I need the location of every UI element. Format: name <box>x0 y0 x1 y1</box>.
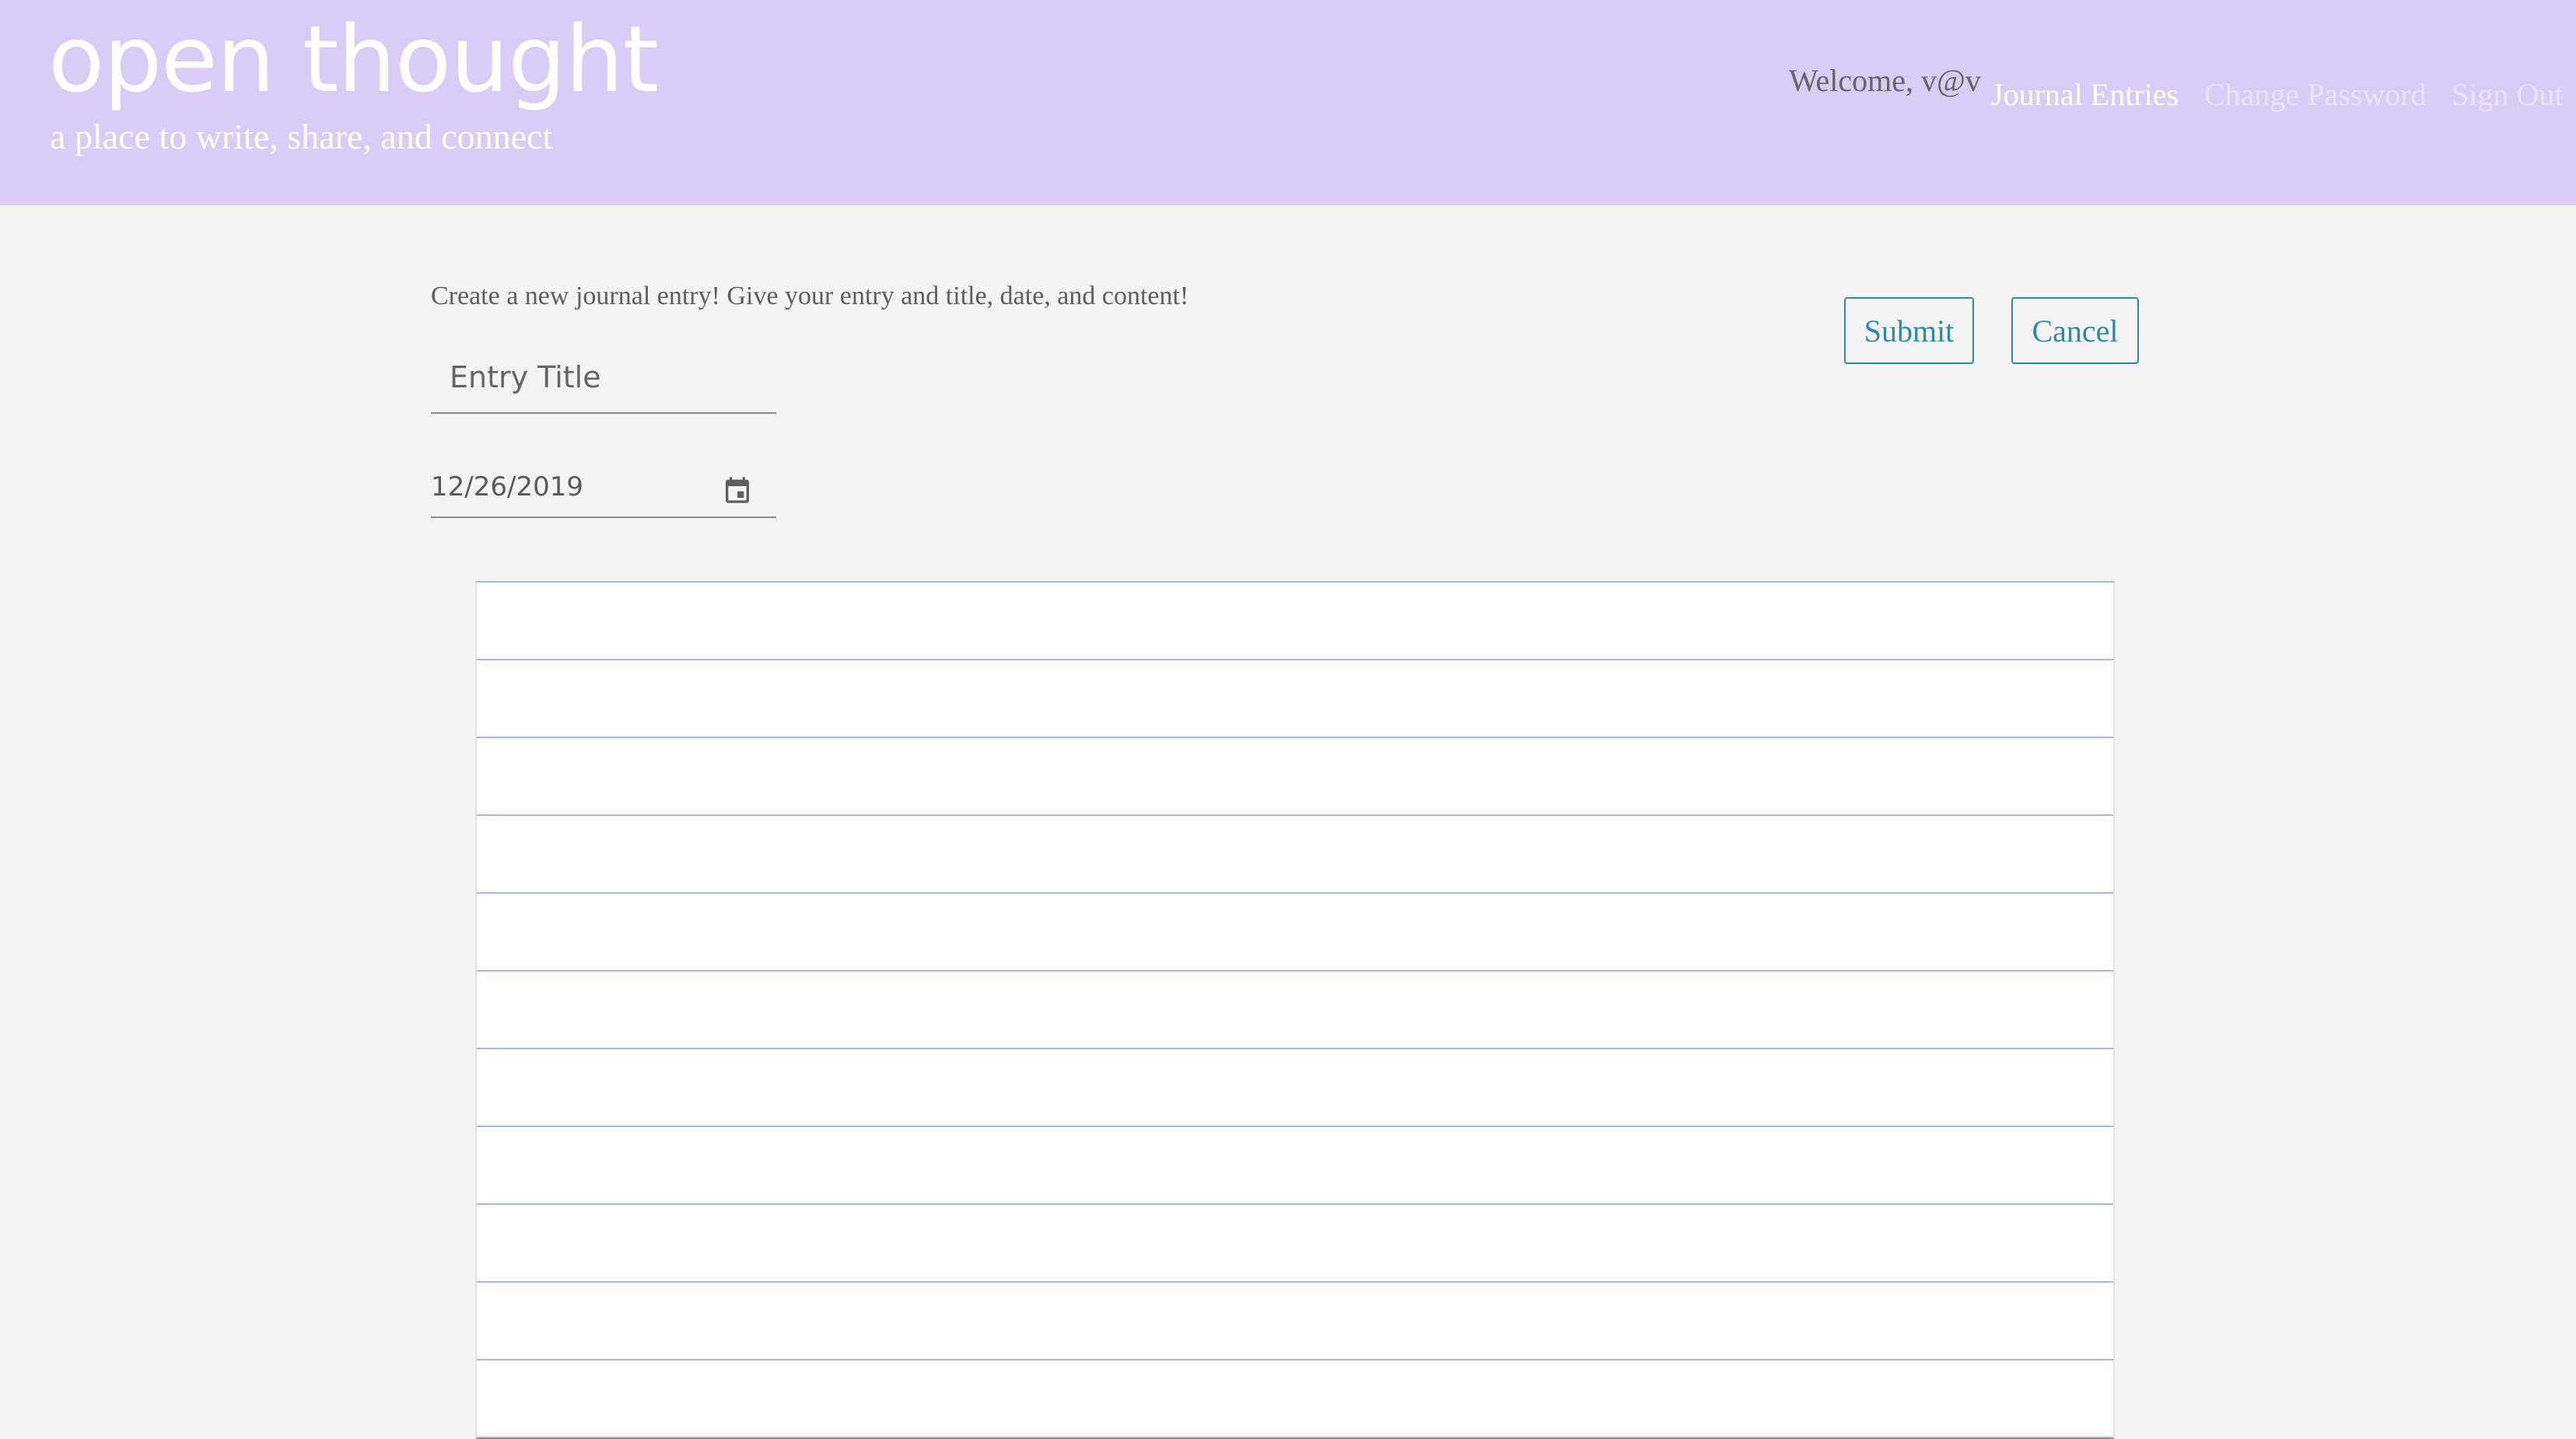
calendar-icon[interactable] <box>722 474 753 506</box>
entry-title-input[interactable] <box>431 342 776 414</box>
entry-date-value: 12/26/2019 <box>431 471 583 502</box>
nav-journal-entries-link[interactable]: Journal Entries <box>1991 76 2179 114</box>
cancel-button[interactable]: Cancel <box>2011 297 2139 364</box>
nav-change-password-link[interactable]: Change Password <box>2204 76 2427 114</box>
form-instructions: Create a new journal entry! Give your en… <box>431 282 1189 310</box>
site-tagline: a place to write, share, and connect <box>50 117 553 156</box>
nav-sign-out-link[interactable]: Sign Out <box>2452 76 2563 114</box>
submit-button[interactable]: Submit <box>1844 297 1974 364</box>
entry-content-textarea[interactable] <box>475 581 2115 1439</box>
welcome-message: Welcome, v@v <box>1789 63 1981 98</box>
entry-date-input[interactable]: 12/26/2019 <box>431 460 776 518</box>
site-title: open thought <box>48 5 659 113</box>
site-header: open thought a place to write, share, an… <box>0 0 2576 205</box>
